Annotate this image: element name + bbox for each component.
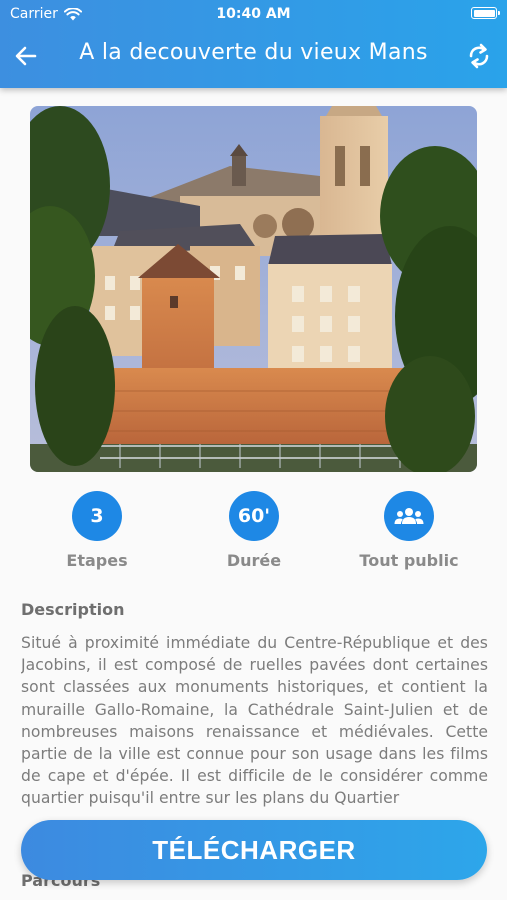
nav-bar: A la decouverte du vieux Mans (0, 34, 507, 78)
stat-etapes-value: 3 (72, 491, 122, 541)
stat-public: Tout public (349, 491, 469, 570)
stat-public-icon-wrap (384, 491, 434, 541)
stat-etapes-label: Etapes (66, 551, 128, 570)
group-icon (394, 508, 424, 524)
download-button[interactable]: TÉLÉCHARGER (21, 820, 487, 880)
stat-public-label: Tout public (359, 551, 459, 570)
status-time: 10:40 AM (216, 6, 291, 22)
sync-button[interactable] (461, 38, 497, 74)
stat-duree-value: 60' (229, 491, 279, 541)
description-text: Situé à proximité immédiate du Centre-Ré… (21, 634, 488, 808)
stat-duree: 60' Durée (194, 491, 314, 570)
hero-photo (30, 106, 477, 472)
page-title: A la decouverte du vieux Mans (79, 40, 428, 65)
description-title: Description (21, 600, 125, 619)
sync-icon (469, 43, 489, 69)
back-button[interactable] (8, 38, 44, 74)
battery-icon (471, 7, 500, 19)
stat-duree-label: Durée (226, 551, 282, 570)
arrow-left-icon (15, 46, 37, 66)
status-bar: Carrier 10:40 AM (0, 0, 507, 28)
stats-row: 3 Etapes 60' Durée Tout public (0, 491, 507, 576)
stat-etapes: 3 Etapes (37, 491, 157, 570)
app-header: Carrier 10:40 AM A la decouverte du vieu… (0, 0, 507, 88)
